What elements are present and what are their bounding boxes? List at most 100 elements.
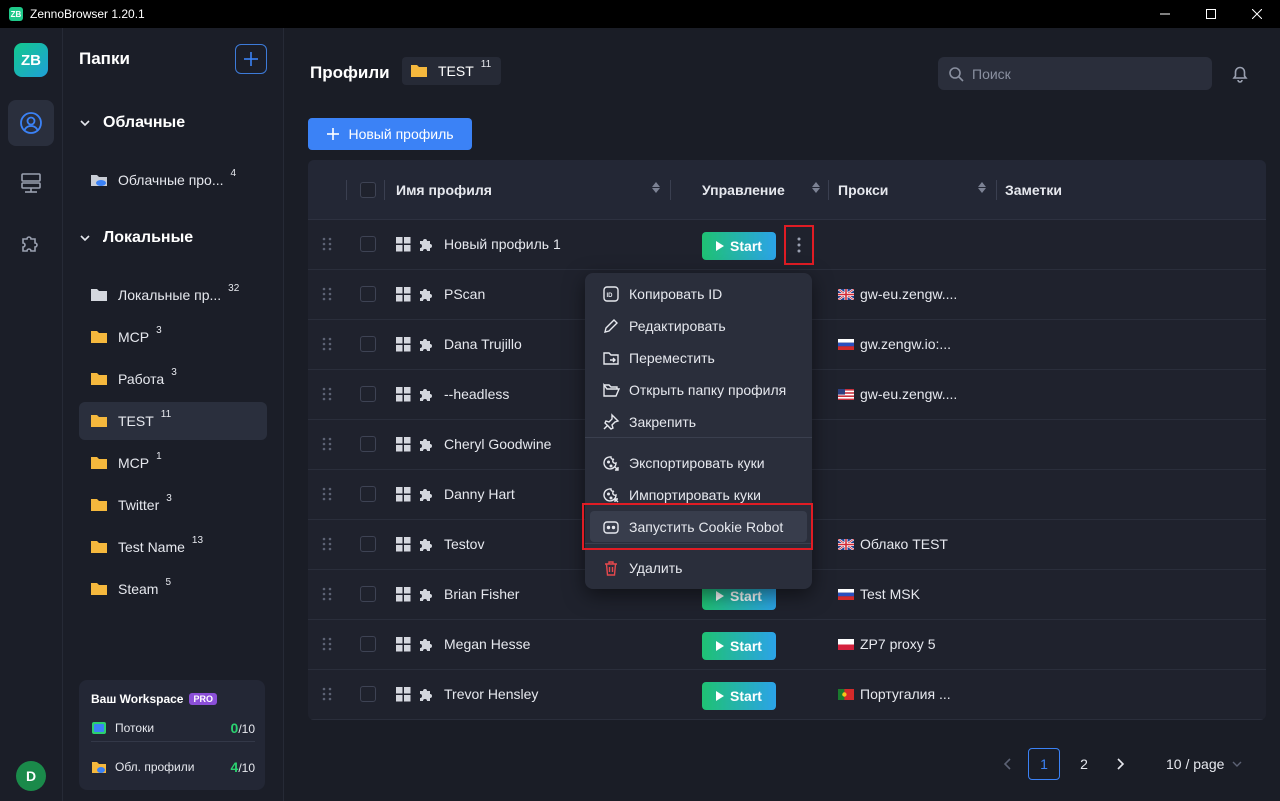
puzzle-icon [420,289,432,301]
sort-icon[interactable] [978,182,986,193]
proxy-cell[interactable]: gw.zengw.io:... [838,336,951,352]
cookie-export-icon [603,455,619,471]
profile-name[interactable]: Testov [444,536,484,552]
page-1-button[interactable]: 1 [1028,748,1060,780]
profile-name[interactable]: Danny Hart [444,486,515,502]
menu-item-pencil[interactable]: Редактировать [590,310,807,341]
folder-item[interactable]: Локальные пр... 32 [79,276,267,314]
menu-item-pin[interactable]: Закрепить [590,406,807,437]
drag-handle-icon[interactable] [322,687,332,701]
minimize-button[interactable] [1142,0,1188,28]
close-button[interactable] [1234,0,1280,28]
nav-rail: ZB D [0,28,63,801]
next-page-button[interactable] [1104,748,1136,780]
drag-handle-icon[interactable] [322,637,332,651]
proxy-cell[interactable]: gw-eu.zengw.... [838,286,957,302]
folder-item[interactable]: MCP 1 [79,444,267,482]
profile-name[interactable]: --headless [444,386,509,402]
section-cloud[interactable]: Облачные [79,114,185,132]
table-row[interactable]: Новый профиль 1 Start [308,220,1266,270]
notifications-button[interactable] [1230,63,1250,86]
row-checkbox[interactable] [360,436,376,452]
row-checkbox[interactable] [360,636,376,652]
maximize-button[interactable] [1188,0,1234,28]
windows-icon [396,287,411,302]
proxy-cell[interactable]: Test MSK [838,586,920,602]
profile-name[interactable]: Новый профиль 1 [444,236,561,252]
table-row[interactable]: Trevor Hensley Start Португалия ... [308,670,1266,720]
nav-proxies[interactable] [8,160,54,206]
more-actions-button[interactable] [784,225,814,265]
flag-pt-icon [838,688,854,700]
column-name[interactable]: Имя профиля [396,182,492,198]
folder-open-icon [603,382,620,397]
profile-name[interactable]: PScan [444,286,485,302]
select-all-checkbox[interactable] [360,182,376,198]
folder-item[interactable]: MCP 3 [79,318,267,356]
folder-item[interactable]: Steam 5 [79,570,267,608]
avatar[interactable]: D [16,761,46,791]
folder-item-active[interactable]: TEST 11 [79,402,267,440]
row-checkbox[interactable] [360,336,376,352]
profile-name[interactable]: Cheryl Goodwine [444,436,551,452]
sort-icon[interactable] [652,182,660,193]
profile-name[interactable]: Brian Fisher [444,586,519,602]
new-profile-button[interactable]: Новый профиль [308,118,472,150]
drag-handle-icon[interactable] [322,587,332,601]
menu-item-cookie-export[interactable]: Экспортировать куки [590,447,807,478]
start-button[interactable]: Start [702,682,776,710]
menu-item-folder-move[interactable]: Переместить [590,342,807,373]
proxy-cell[interactable]: Облако TEST [838,536,948,552]
proxy-cell[interactable]: Португалия ... [838,686,951,702]
drag-handle-icon[interactable] [322,287,332,301]
add-folder-button[interactable] [235,44,267,74]
nav-extensions[interactable] [8,220,54,266]
drag-handle-icon[interactable] [322,387,332,401]
profile-name[interactable]: Trevor Hensley [444,686,538,702]
profile-name[interactable]: Megan Hesse [444,636,530,652]
folder-cloud-profiles[interactable]: Облачные про... 4 [79,161,267,199]
page-title: Профили [310,63,390,82]
drag-handle-icon[interactable] [322,537,332,551]
sort-icon[interactable] [812,182,820,193]
prev-page-button[interactable] [992,748,1024,780]
flag-ru-icon [838,338,854,350]
row-checkbox[interactable] [360,486,376,502]
table-row[interactable]: Megan Hesse Start ZP7 proxy 5 [308,620,1266,670]
folder-item[interactable]: Twitter 3 [79,486,267,524]
section-local[interactable]: Локальные [79,229,193,247]
drag-handle-icon[interactable] [322,337,332,351]
column-control[interactable]: Управление [702,182,785,198]
nav-profiles[interactable] [8,100,54,146]
page-size-select[interactable]: 10 / page [1166,756,1242,772]
menu-item-id[interactable]: ID Копировать ID [590,278,807,309]
id-icon: ID [603,285,619,302]
folder-icon [91,457,107,469]
menu-item-folder-open[interactable]: Открыть папку профиля [590,374,807,405]
row-checkbox[interactable] [360,236,376,252]
row-checkbox[interactable] [360,686,376,702]
search-box[interactable] [938,57,1212,90]
page-2-button[interactable]: 2 [1068,748,1100,780]
drag-handle-icon[interactable] [322,487,332,501]
profile-name[interactable]: Dana Trujillo [444,336,522,352]
drag-handle-icon[interactable] [322,437,332,451]
start-button[interactable]: Start [702,632,776,660]
column-proxy[interactable]: Прокси [838,182,888,198]
folder-item[interactable]: Test Name 13 [79,528,267,566]
column-notes[interactable]: Заметки [1005,182,1062,198]
row-checkbox[interactable] [360,586,376,602]
start-button[interactable]: Start [702,232,776,260]
menu-item-trash[interactable]: Удалить [590,552,807,583]
flag-uk-icon [838,538,854,550]
menu-divider [585,437,812,438]
folder-item[interactable]: Работа 3 [79,360,267,398]
search-input[interactable] [972,65,1202,82]
puzzle-icon [420,389,432,401]
row-checkbox[interactable] [360,536,376,552]
proxy-cell[interactable]: gw-eu.zengw.... [838,386,957,402]
drag-handle-icon[interactable] [322,237,332,251]
row-checkbox[interactable] [360,386,376,402]
proxy-cell[interactable]: ZP7 proxy 5 [838,636,935,652]
row-checkbox[interactable] [360,286,376,302]
